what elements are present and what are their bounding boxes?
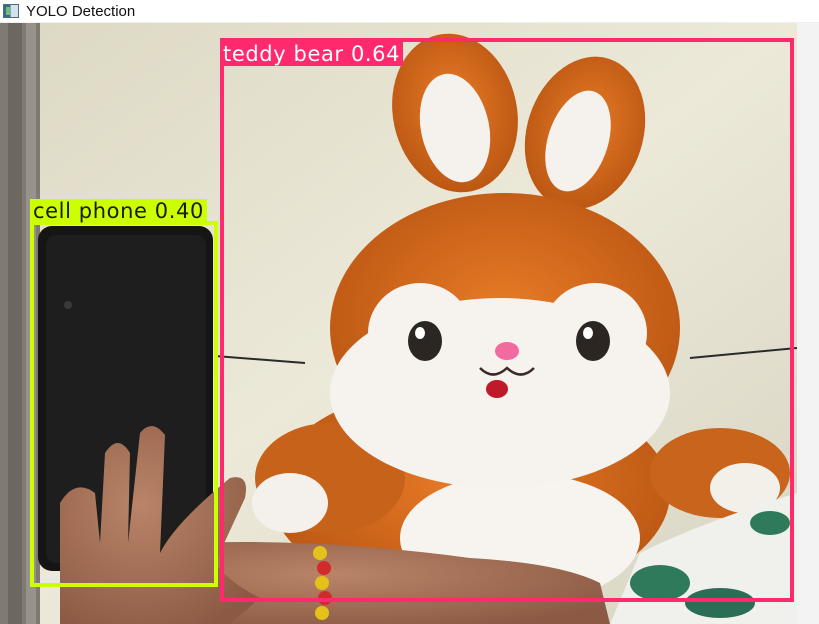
app-icon xyxy=(3,4,19,18)
cell-phone-bounding-box xyxy=(30,221,218,587)
teddy-bear-label: teddy bear 0.64 xyxy=(220,42,404,66)
window-edge xyxy=(797,23,819,624)
cell-phone-label: cell phone 0.40 xyxy=(30,199,207,223)
window-title: YOLO Detection xyxy=(26,2,136,20)
title-bar[interactable]: YOLO Detection xyxy=(0,0,819,23)
detection-frame: teddy bear 0.64 cell phone 0.40 xyxy=(0,23,797,624)
teddy-bear-bounding-box xyxy=(220,38,794,602)
yolo-window: YOLO Detection teddy bear 0.64 cell phon… xyxy=(0,0,819,624)
